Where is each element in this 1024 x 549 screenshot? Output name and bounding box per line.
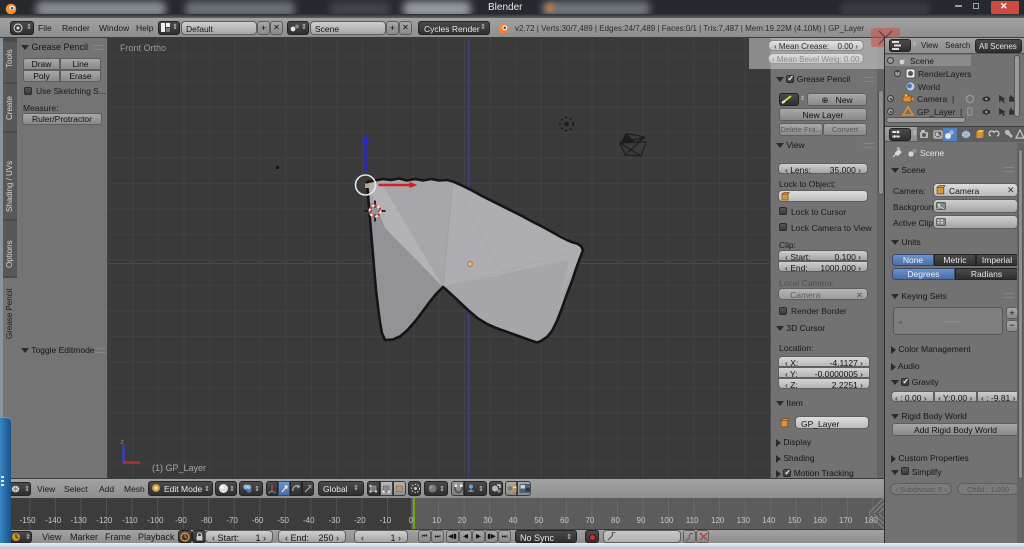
svg-text:z: z xyxy=(121,439,125,446)
